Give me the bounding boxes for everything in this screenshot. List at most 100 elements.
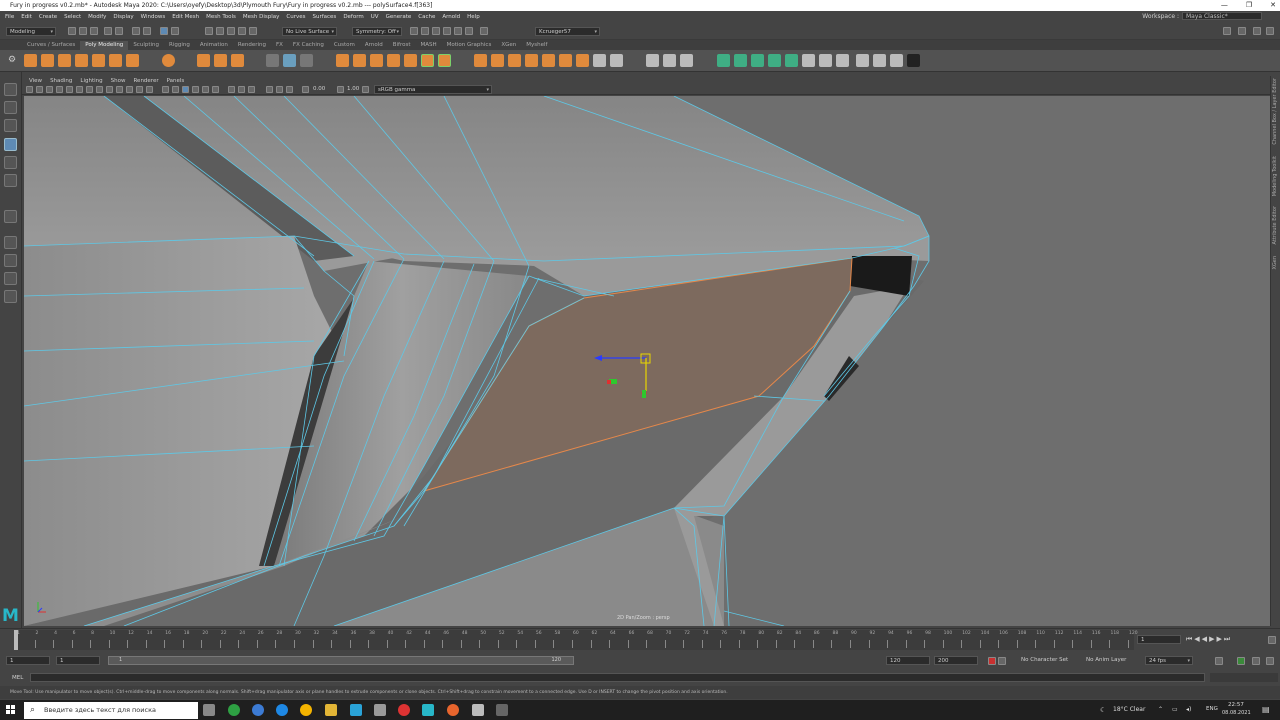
paint-select-tool-icon[interactable] — [4, 119, 17, 132]
auto-key-icon[interactable] — [988, 657, 996, 665]
task-view-icon[interactable] — [203, 704, 215, 716]
fps-dropdown[interactable]: 24 fps — [1145, 656, 1193, 665]
current-frame-field[interactable]: 1 — [1137, 635, 1181, 644]
move-tool-icon[interactable] — [4, 138, 17, 151]
playback-start-field[interactable]: 1 — [56, 656, 100, 665]
app-icon-4[interactable] — [447, 704, 459, 716]
shelf-tab-fx-caching[interactable]: FX Caching — [288, 41, 329, 50]
panel-menu-panels[interactable]: Panels — [167, 78, 185, 84]
layout-uv-icon[interactable] — [856, 54, 869, 67]
render-view-icon[interactable] — [421, 27, 429, 35]
playback-options-icon[interactable] — [1268, 636, 1276, 644]
relax-brush-icon[interactable] — [663, 54, 676, 67]
spherical-mapping-icon[interactable] — [768, 54, 781, 67]
menu-windows[interactable]: Windows — [141, 14, 166, 20]
cylindrical-mapping-icon[interactable] — [751, 54, 764, 67]
texel-density-icon[interactable] — [890, 54, 903, 67]
current-time-indicator[interactable] — [14, 630, 18, 650]
persp-outliner-layout-icon[interactable] — [4, 272, 17, 285]
field-chart-icon[interactable] — [126, 86, 133, 93]
animation-preferences-icon[interactable] — [1252, 657, 1260, 665]
use-all-lights-icon[interactable] — [202, 86, 209, 93]
panel-menu-lighting[interactable]: Lighting — [80, 78, 102, 84]
time-ticks[interactable]: 1 2 4 6 8 10 12 14 16 18 20 22 24 26 28 30 32 34 36 38 40 42 4… — [14, 630, 1138, 650]
combine-icon[interactable] — [266, 54, 279, 67]
grid-icon[interactable] — [86, 86, 93, 93]
gamma-value[interactable]: 1.00 — [347, 86, 359, 92]
render-icon[interactable] — [432, 27, 440, 35]
network-icon[interactable]: ▭ — [1172, 706, 1178, 713]
right-tab-attribute-editor[interactable]: Attribute Editor — [1272, 206, 1278, 244]
quad-draw-icon[interactable] — [907, 54, 920, 67]
poly-cylinder-icon[interactable] — [58, 54, 71, 67]
save-scene-icon[interactable] — [90, 27, 98, 35]
menu-edit-mesh[interactable]: Edit Mesh — [172, 14, 199, 20]
gamma-icon[interactable] — [337, 86, 344, 93]
safe-action-icon[interactable] — [136, 86, 143, 93]
triangulate-icon[interactable] — [610, 54, 623, 67]
menu-surfaces[interactable]: Surfaces — [312, 14, 336, 20]
shelf-tab-animation[interactable]: Animation — [195, 41, 233, 50]
new-scene-icon[interactable] — [68, 27, 76, 35]
lasso-tool-icon[interactable] — [4, 101, 17, 114]
shelf-tab-sculpting[interactable]: Sculpting — [128, 41, 164, 50]
shelf-tab-fx[interactable]: FX — [271, 41, 288, 50]
image-plane-icon[interactable] — [56, 86, 63, 93]
character-set-dropdown[interactable]: No Character Set — [1021, 657, 1068, 663]
panel-menu-show[interactable]: Show — [111, 78, 126, 84]
snap-curve-icon[interactable] — [216, 27, 224, 35]
app-icon-5[interactable] — [472, 704, 484, 716]
language-indicator[interactable]: ENG — [1206, 706, 1218, 712]
uv-editor-icon[interactable] — [717, 54, 730, 67]
super-shape-icon[interactable] — [162, 54, 175, 67]
menu-select[interactable]: Select — [64, 14, 81, 20]
perspective-viewport[interactable]: 2D Pan/Zoom : persp — [24, 96, 1270, 626]
redo-icon[interactable] — [115, 27, 123, 35]
exposure-icon[interactable] — [302, 86, 309, 93]
maya-taskbar-icon[interactable] — [422, 704, 434, 716]
user-account-dropdown[interactable]: Kcrueger57 — [535, 27, 600, 36]
playback-end-field[interactable]: 120 — [886, 656, 930, 665]
target-weld-icon[interactable] — [438, 54, 451, 67]
weather-text[interactable]: 18°C Clear — [1113, 706, 1145, 713]
offset-edge-loop-icon[interactable] — [491, 54, 504, 67]
menu-modify[interactable]: Modify — [88, 14, 106, 20]
grease-pencil-icon[interactable] — [76, 86, 83, 93]
cache-icon[interactable] — [1266, 657, 1274, 665]
snap-grid-icon[interactable] — [205, 27, 213, 35]
workspace-dropdown[interactable]: Maya Classic* — [1182, 12, 1262, 20]
taskbar-search-input[interactable]: ⌕ Введите здесь текст для поиска — [24, 702, 198, 719]
menu-generate[interactable]: Generate — [386, 14, 412, 20]
checker-icon[interactable] — [873, 54, 886, 67]
poly-sphere-icon[interactable] — [24, 54, 37, 67]
notification-icon[interactable]: ▤ — [1262, 705, 1270, 714]
safe-title-icon[interactable] — [146, 86, 153, 93]
command-input[interactable] — [30, 673, 1205, 682]
weather-icon[interactable]: ☾ — [1100, 706, 1106, 714]
select-object-icon[interactable] — [143, 27, 151, 35]
loop-icon[interactable] — [1215, 657, 1223, 665]
symmetry-dropdown[interactable]: Symmetry: Off — [352, 27, 402, 36]
smooth-icon[interactable] — [300, 54, 313, 67]
construction-history-icon[interactable] — [410, 27, 418, 35]
gate-mask-icon[interactable] — [116, 86, 123, 93]
anim-layer-dropdown[interactable]: No Anim Layer — [1086, 657, 1126, 663]
explorer-icon[interactable] — [325, 704, 337, 716]
modeling-toolkit-icon[interactable] — [1223, 27, 1231, 35]
end-time-field[interactable]: 200 — [934, 656, 978, 665]
right-tab-channel-box[interactable]: Channel Box / Layer Editor — [1272, 78, 1278, 145]
panel-menu-renderer[interactable]: Renderer — [133, 78, 158, 84]
close-button[interactable]: ✕ — [1270, 0, 1276, 11]
append-polygon-icon[interactable] — [404, 54, 417, 67]
view-transform-icon[interactable] — [362, 86, 369, 93]
make-live-icon[interactable] — [249, 27, 257, 35]
scale-tool-icon[interactable] — [4, 174, 17, 187]
planar-mapping-icon[interactable] — [734, 54, 747, 67]
live-surface-field[interactable]: No Live Surface — [282, 27, 337, 36]
tool-settings-icon[interactable] — [1253, 27, 1261, 35]
maximize-button[interactable]: ❐ — [1246, 0, 1252, 11]
edge-icon[interactable] — [276, 704, 288, 716]
select-mask-icon[interactable] — [171, 27, 179, 35]
shelf-tab-mash[interactable]: MASH — [415, 41, 441, 50]
four-view-layout-icon[interactable] — [4, 254, 17, 267]
